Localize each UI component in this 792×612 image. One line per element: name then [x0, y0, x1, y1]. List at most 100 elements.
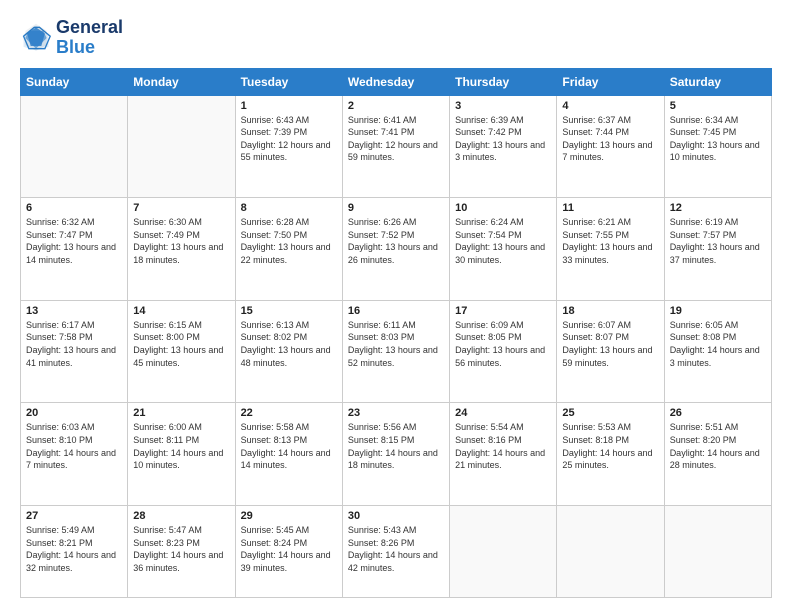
day-number: 29 — [241, 510, 337, 522]
day-number: 8 — [241, 202, 337, 214]
day-info: Sunrise: 6:32 AM Sunset: 7:47 PM Dayligh… — [26, 216, 122, 266]
calendar-cell: 3 Sunrise: 6:39 AM Sunset: 7:42 PM Daylig… — [450, 95, 557, 198]
calendar-cell: 12 Sunrise: 6:19 AM Sunset: 7:57 PM Dayli… — [664, 198, 771, 301]
day-number: 2 — [348, 100, 444, 112]
calendar-cell: 20 Sunrise: 6:03 AM Sunset: 8:10 PM Dayli… — [21, 403, 128, 506]
day-header-thursday: Thursday — [450, 68, 557, 95]
calendar-cell: 23 Sunrise: 5:56 AM Sunset: 8:15 PM Dayli… — [342, 403, 449, 506]
day-info: Sunrise: 6:13 AM Sunset: 8:02 PM Dayligh… — [241, 319, 337, 369]
day-number: 1 — [241, 100, 337, 112]
day-number: 12 — [670, 202, 766, 214]
day-info: Sunrise: 5:56 AM Sunset: 8:15 PM Dayligh… — [348, 421, 444, 471]
calendar-cell: 2 Sunrise: 6:41 AM Sunset: 7:41 PM Daylig… — [342, 95, 449, 198]
day-number: 20 — [26, 407, 122, 419]
day-number: 10 — [455, 202, 551, 214]
logo-blue-text: Blue — [56, 38, 123, 58]
calendar-cell: 14 Sunrise: 6:15 AM Sunset: 8:00 PM Dayli… — [128, 300, 235, 403]
day-info: Sunrise: 6:17 AM Sunset: 7:58 PM Dayligh… — [26, 319, 122, 369]
logo-name: GeneralBlue — [56, 18, 123, 58]
calendar-table: SundayMondayTuesdayWednesdayThursdayFrid… — [20, 68, 772, 598]
day-number: 15 — [241, 305, 337, 317]
day-info: Sunrise: 5:54 AM Sunset: 8:16 PM Dayligh… — [455, 421, 551, 471]
day-number: 24 — [455, 407, 551, 419]
day-info: Sunrise: 5:51 AM Sunset: 8:20 PM Dayligh… — [670, 421, 766, 471]
day-info: Sunrise: 6:30 AM Sunset: 7:49 PM Dayligh… — [133, 216, 229, 266]
calendar-cell: 25 Sunrise: 5:53 AM Sunset: 8:18 PM Dayli… — [557, 403, 664, 506]
calendar-cell: 19Sunrise: 6:05 AM Sunset: 8:08 PM Dayli… — [664, 300, 771, 403]
calendar-cell: 18Sunrise: 6:07 AM Sunset: 8:07 PM Dayli… — [557, 300, 664, 403]
day-info: Sunrise: 6:15 AM Sunset: 8:00 PM Dayligh… — [133, 319, 229, 369]
week-row-5: 27 Sunrise: 5:49 AM Sunset: 8:21 PM Dayli… — [21, 506, 772, 598]
day-number: 7 — [133, 202, 229, 214]
day-info: Sunrise: 6:05 AM Sunset: 8:08 PM Dayligh… — [670, 319, 766, 369]
day-info: Sunrise: 6:41 AM Sunset: 7:41 PM Dayligh… — [348, 114, 444, 164]
calendar-cell: 29 Sunrise: 5:45 AM Sunset: 8:24 PM Dayli… — [235, 506, 342, 598]
calendar-cell — [557, 506, 664, 598]
calendar-cell: 16 Sunrise: 6:11 AM Sunset: 8:03 PM Dayli… — [342, 300, 449, 403]
day-number: 22 — [241, 407, 337, 419]
day-info: Sunrise: 6:43 AM Sunset: 7:39 PM Dayligh… — [241, 114, 337, 164]
calendar-cell: 17Sunrise: 6:09 AM Sunset: 8:05 PM Dayli… — [450, 300, 557, 403]
day-number: 30 — [348, 510, 444, 522]
calendar-cell: 10 Sunrise: 6:24 AM Sunset: 7:54 PM Dayli… — [450, 198, 557, 301]
calendar-cell: 15 Sunrise: 6:13 AM Sunset: 8:02 PM Dayli… — [235, 300, 342, 403]
day-info: Sunrise: 5:58 AM Sunset: 8:13 PM Dayligh… — [241, 421, 337, 471]
day-info: Sunrise: 6:11 AM Sunset: 8:03 PM Dayligh… — [348, 319, 444, 369]
day-number: 17 — [455, 305, 551, 317]
day-info: Sunrise: 6:37 AM Sunset: 7:44 PM Dayligh… — [562, 114, 658, 164]
calendar-cell — [450, 506, 557, 598]
day-number: 16 — [348, 305, 444, 317]
calendar-cell: 7 Sunrise: 6:30 AM Sunset: 7:49 PM Daylig… — [128, 198, 235, 301]
day-number: 27 — [26, 510, 122, 522]
day-number: 26 — [670, 407, 766, 419]
day-number: 9 — [348, 202, 444, 214]
day-header-wednesday: Wednesday — [342, 68, 449, 95]
day-info: Sunrise: 6:26 AM Sunset: 7:52 PM Dayligh… — [348, 216, 444, 266]
day-header-monday: Monday — [128, 68, 235, 95]
day-info: Sunrise: 6:39 AM Sunset: 7:42 PM Dayligh… — [455, 114, 551, 164]
day-info: Sunrise: 5:45 AM Sunset: 8:24 PM Dayligh… — [241, 524, 337, 574]
day-info: Sunrise: 6:03 AM Sunset: 8:10 PM Dayligh… — [26, 421, 122, 471]
day-number: 28 — [133, 510, 229, 522]
day-number: 4 — [562, 100, 658, 112]
day-number: 25 — [562, 407, 658, 419]
day-header-friday: Friday — [557, 68, 664, 95]
day-number: 14 — [133, 305, 229, 317]
day-info: Sunrise: 6:00 AM Sunset: 8:11 PM Dayligh… — [133, 421, 229, 471]
day-number: 13 — [26, 305, 122, 317]
calendar-cell: 1 Sunrise: 6:43 AM Sunset: 7:39 PM Daylig… — [235, 95, 342, 198]
day-number: 21 — [133, 407, 229, 419]
days-header-row: SundayMondayTuesdayWednesdayThursdayFrid… — [21, 68, 772, 95]
header: GeneralBlue — [20, 18, 772, 58]
day-info: Sunrise: 6:21 AM Sunset: 7:55 PM Dayligh… — [562, 216, 658, 266]
calendar-cell: 13 Sunrise: 6:17 AM Sunset: 7:58 PM Dayli… — [21, 300, 128, 403]
day-info: Sunrise: 5:53 AM Sunset: 8:18 PM Dayligh… — [562, 421, 658, 471]
day-number: 5 — [670, 100, 766, 112]
calendar-cell: 9 Sunrise: 6:26 AM Sunset: 7:52 PM Daylig… — [342, 198, 449, 301]
calendar-cell: 30Sunrise: 5:43 AM Sunset: 8:26 PM Dayli… — [342, 506, 449, 598]
calendar-cell — [128, 95, 235, 198]
logo-general-text: General — [56, 17, 123, 37]
calendar-cell: 26 Sunrise: 5:51 AM Sunset: 8:20 PM Dayli… — [664, 403, 771, 506]
logo-text-block: GeneralBlue — [56, 18, 123, 58]
week-row-2: 6Sunrise: 6:32 AM Sunset: 7:47 PM Daylig… — [21, 198, 772, 301]
day-info: Sunrise: 6:24 AM Sunset: 7:54 PM Dayligh… — [455, 216, 551, 266]
day-info: Sunrise: 6:07 AM Sunset: 8:07 PM Dayligh… — [562, 319, 658, 369]
calendar-cell: 6Sunrise: 6:32 AM Sunset: 7:47 PM Daylig… — [21, 198, 128, 301]
page: GeneralBlue SundayMondayTuesdayWednesday… — [0, 0, 792, 612]
calendar-cell: 11 Sunrise: 6:21 AM Sunset: 7:55 PM Dayli… — [557, 198, 664, 301]
day-info: Sunrise: 6:28 AM Sunset: 7:50 PM Dayligh… — [241, 216, 337, 266]
calendar-cell: 22 Sunrise: 5:58 AM Sunset: 8:13 PM Dayli… — [235, 403, 342, 506]
calendar-cell: 28Sunrise: 5:47 AM Sunset: 8:23 PM Dayli… — [128, 506, 235, 598]
logo-icon — [20, 22, 52, 54]
week-row-1: 1 Sunrise: 6:43 AM Sunset: 7:39 PM Daylig… — [21, 95, 772, 198]
week-row-3: 13 Sunrise: 6:17 AM Sunset: 7:58 PM Dayli… — [21, 300, 772, 403]
day-info: Sunrise: 5:49 AM Sunset: 8:21 PM Dayligh… — [26, 524, 122, 574]
day-info: Sunrise: 6:19 AM Sunset: 7:57 PM Dayligh… — [670, 216, 766, 266]
day-number: 23 — [348, 407, 444, 419]
day-number: 11 — [562, 202, 658, 214]
calendar-cell: 5Sunrise: 6:34 AM Sunset: 7:45 PM Daylig… — [664, 95, 771, 198]
calendar-cell: 4 Sunrise: 6:37 AM Sunset: 7:44 PM Daylig… — [557, 95, 664, 198]
day-header-sunday: Sunday — [21, 68, 128, 95]
day-number: 3 — [455, 100, 551, 112]
